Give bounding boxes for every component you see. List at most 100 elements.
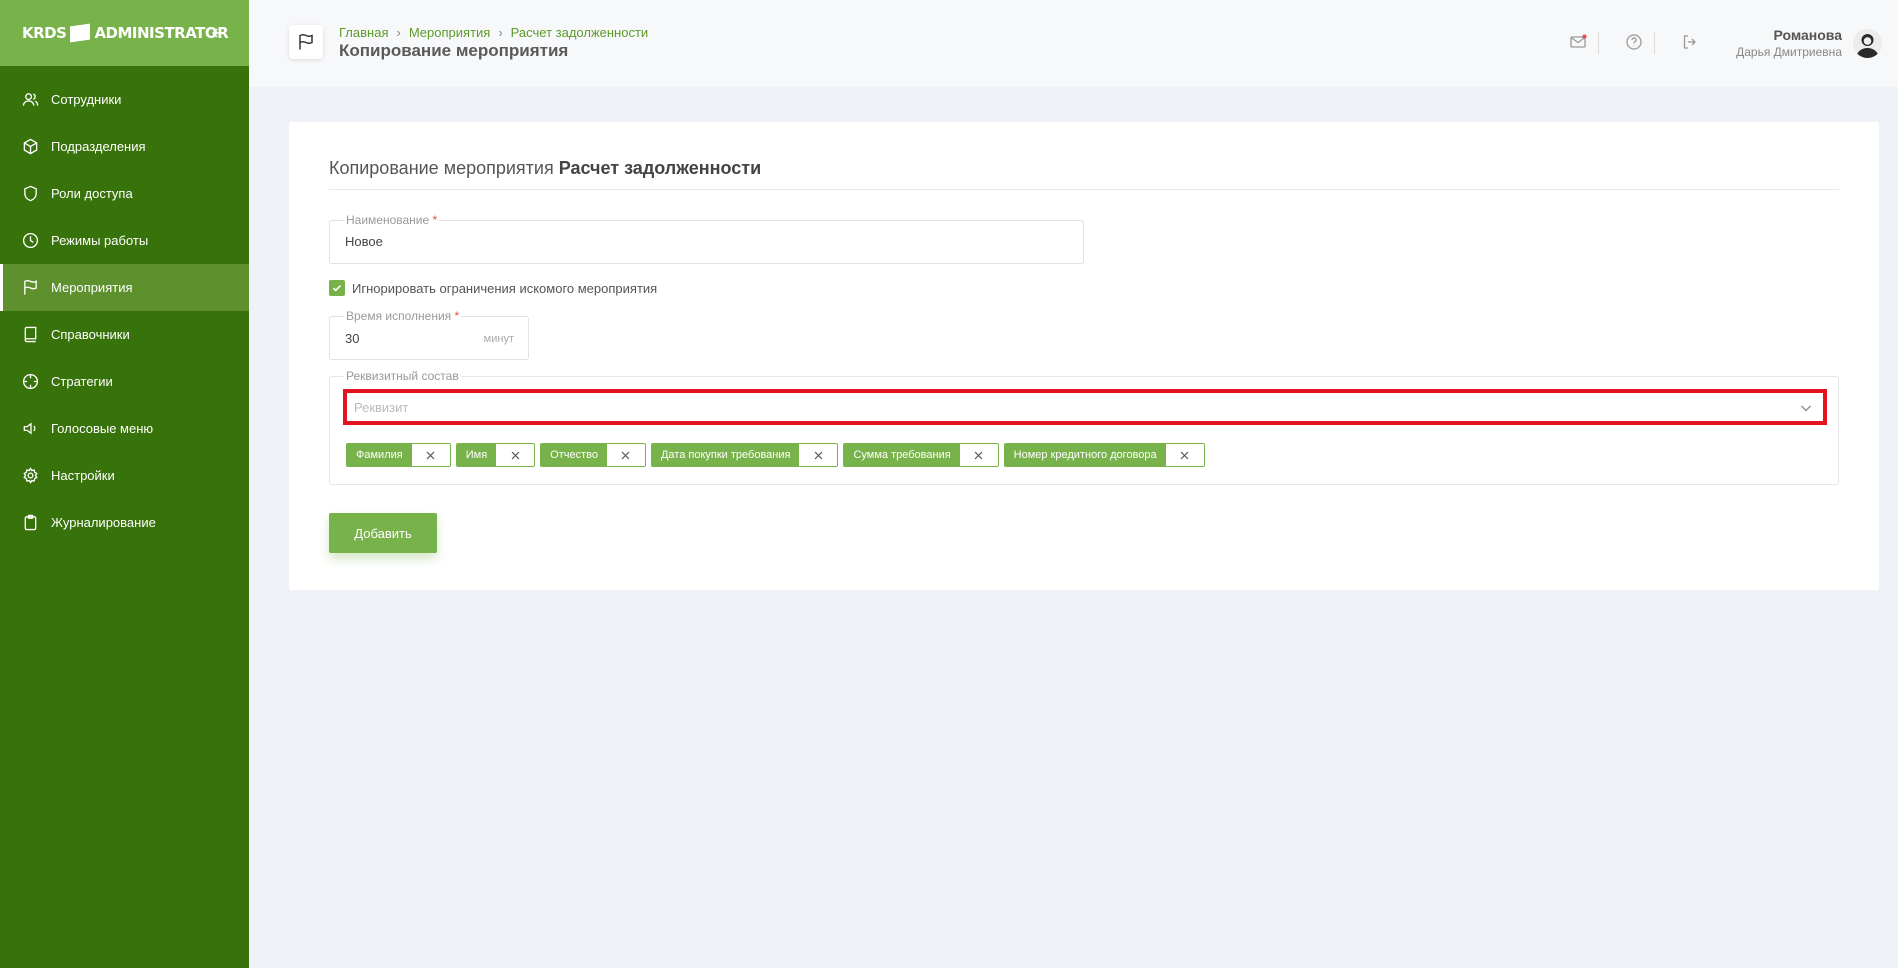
- sidebar-item-logging[interactable]: Журналирование: [0, 499, 249, 546]
- sidebar-item-label: Мероприятия: [51, 280, 133, 295]
- ignore-restrictions-label: Игнорировать ограничения искомого меропр…: [352, 280, 658, 296]
- sidebar-item-label: Подразделения: [51, 139, 146, 154]
- mail-icon[interactable]: [1569, 33, 1587, 51]
- user-info[interactable]: Романова Дарья Дмитриевна: [1736, 27, 1842, 59]
- execution-time-unit: минут: [483, 333, 514, 345]
- logo-bar: KRDS ADMINISTRATOR: [0, 0, 249, 66]
- breadcrumb-current[interactable]: Расчет задолженности: [511, 25, 649, 40]
- chevron-down-icon: [1801, 405, 1811, 412]
- header-divider: [1654, 32, 1655, 54]
- add-button[interactable]: Добавить: [329, 513, 437, 553]
- tag-remove-button[interactable]: [799, 444, 838, 466]
- clock-icon: [22, 232, 39, 249]
- page-title: Копирование мероприятия: [339, 41, 569, 60]
- execution-time-label-text: Время исполнения: [346, 309, 452, 323]
- tag-label: Сумма требования: [844, 444, 960, 466]
- sidebar-item-label: Роли доступа: [51, 186, 133, 201]
- breadcrumb-home[interactable]: Главная: [339, 25, 388, 40]
- check-icon: [332, 285, 342, 292]
- user-avatar-icon: [1853, 29, 1882, 58]
- execution-time-field[interactable]: Время исполнения * 30 минут: [329, 309, 529, 360]
- tag-label: Отчество: [541, 444, 607, 466]
- tag-first-name: Имя: [455, 443, 536, 467]
- tag-label: Фамилия: [347, 444, 412, 466]
- breadcrumb-separator: ›: [396, 25, 401, 40]
- sidebar-item-departments[interactable]: Подразделения: [0, 123, 249, 170]
- tag-label: Дата покупки требования: [651, 444, 800, 466]
- close-icon: [426, 451, 435, 459]
- logo-text-left: KRDS: [22, 24, 67, 42]
- name-field[interactable]: Наименование * Новое: [329, 213, 1084, 264]
- help-icon[interactable]: [1625, 33, 1643, 51]
- clipboard-icon: [24, 514, 37, 531]
- sidebar-item-events[interactable]: Мероприятия: [0, 264, 249, 311]
- sidebar-item-roles[interactable]: Роли доступа: [0, 170, 249, 217]
- avatar[interactable]: [1853, 29, 1882, 58]
- tag-credit-contract: Номер кредитного договора: [1003, 443, 1205, 467]
- ignore-restrictions-row: Игнорировать ограничения искомого меропр…: [329, 280, 657, 296]
- close-icon: [814, 451, 823, 459]
- close-icon: [1180, 451, 1189, 459]
- requisite-select-placeholder: Реквизит: [354, 400, 409, 415]
- sidebar-nav: Сотрудники Подразделения Роли доступа Ре…: [0, 66, 249, 546]
- requisites-label: Реквизитный состав: [344, 369, 461, 383]
- sidebar-item-label: Голосовые меню: [51, 421, 154, 436]
- sidebar-item-label: Настройки: [51, 468, 115, 483]
- tag-label: Имя: [456, 444, 497, 466]
- requisite-tags: Фамилия Имя Отчество Дата покупки требов…: [346, 443, 1205, 467]
- tag-remove-button[interactable]: [1165, 444, 1204, 466]
- breadcrumb: Главная › Мероприятия › Расчет задолженности: [339, 25, 648, 40]
- form-title: Копирование мероприятия Расчет задолженн…: [329, 158, 761, 179]
- collapse-arrow-icon[interactable]: [209, 24, 227, 42]
- ignore-restrictions-checkbox[interactable]: [329, 280, 345, 296]
- tag-remove-button[interactable]: [411, 444, 450, 466]
- sidebar-item-directories[interactable]: Справочники: [0, 311, 249, 358]
- divider: [329, 189, 1839, 190]
- sidebar: KRDS ADMINISTRATOR Сотрудники Подразделе…: [0, 0, 249, 968]
- sidebar-item-label: Сотрудники: [51, 92, 122, 107]
- speaker-icon: [23, 422, 36, 435]
- name-field-label-text: Наименование: [346, 213, 430, 227]
- requisite-select[interactable]: Реквизит: [343, 389, 1827, 425]
- sidebar-item-work-modes[interactable]: Режимы работы: [0, 217, 249, 264]
- header-divider: [1598, 32, 1599, 54]
- required-mark: *: [432, 213, 438, 227]
- shield-icon: [24, 185, 37, 202]
- tag-remove-button[interactable]: [606, 444, 645, 466]
- page-header: Главная › Мероприятия › Расчет задолженности…: [249, 0, 1898, 87]
- close-icon: [622, 451, 630, 459]
- sidebar-item-label: Стратегии: [51, 374, 113, 389]
- cube-icon: [23, 138, 38, 155]
- name-field-value: Новое: [345, 234, 383, 249]
- breadcrumb-events[interactable]: Мероприятия: [409, 25, 491, 40]
- breadcrumb-separator: ›: [498, 25, 503, 40]
- close-icon: [974, 451, 983, 459]
- crosshair-icon: [22, 373, 39, 390]
- users-icon: [22, 93, 39, 106]
- sidebar-item-employees[interactable]: Сотрудники: [0, 76, 249, 123]
- form-title-prefix: Копирование мероприятия: [329, 158, 554, 178]
- tag-remove-button[interactable]: [959, 444, 998, 466]
- tag-purchase-date: Дата покупки требования: [650, 443, 839, 467]
- flag-icon: [299, 34, 313, 50]
- tag-label: Номер кредитного договора: [1004, 444, 1166, 466]
- tag-remove-button[interactable]: [496, 444, 535, 466]
- requisites-group: Реквизитный состав Реквизит Фамилия Имя …: [329, 369, 1839, 485]
- close-icon: [511, 451, 520, 459]
- sidebar-item-label: Журналирование: [51, 515, 156, 530]
- execution-time-label: Время исполнения *: [344, 309, 462, 323]
- execution-time-value: 30: [345, 331, 360, 346]
- sidebar-item-strategies[interactable]: Стратегии: [0, 358, 249, 405]
- tag-last-name: Фамилия: [346, 443, 451, 467]
- logo-box-icon: [70, 23, 91, 43]
- name-field-label: Наименование *: [344, 213, 440, 227]
- gear-icon: [23, 467, 38, 484]
- sidebar-item-label: Справочники: [51, 327, 130, 342]
- logout-icon[interactable]: [1681, 33, 1699, 51]
- app-logo: KRDS ADMINISTRATOR: [22, 23, 229, 43]
- sidebar-item-label: Режимы работы: [51, 233, 149, 248]
- sidebar-item-voice-menus[interactable]: Голосовые меню: [0, 405, 249, 452]
- required-mark: *: [454, 309, 460, 323]
- book-icon: [24, 326, 37, 343]
- sidebar-item-settings[interactable]: Настройки: [0, 452, 249, 499]
